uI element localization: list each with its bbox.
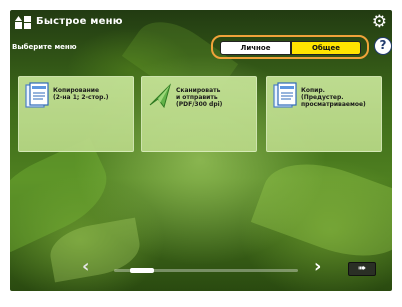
page-scroll-thumb[interactable]: [130, 268, 154, 273]
help-icon[interactable]: ?: [374, 37, 392, 55]
page-scroll-track[interactable]: [114, 268, 298, 273]
gear-icon[interactable]: ⚙: [372, 13, 387, 31]
home-menu-icon[interactable]: [14, 14, 32, 30]
tile-label: Копир. (Предустер. просматриваемое): [301, 87, 366, 108]
quick-menu-screen: Быстрое меню ⚙ Выберите меню Личное Обще…: [10, 10, 392, 291]
copy-icon: [273, 82, 297, 108]
shared-menu-button[interactable]: Общее: [291, 41, 361, 55]
tile-label: Копирование (2-на 1; 2-стор.): [53, 87, 109, 101]
fast-forward-icon[interactable]: ➠: [348, 262, 376, 276]
quick-menu-tile-scan-send[interactable]: Сканировать и отправить (PDF/300 dpi): [141, 76, 257, 152]
tile-label: Сканировать и отправить (PDF/300 dpi): [176, 87, 223, 108]
menu-scope-toggle: Личное Общее: [211, 35, 369, 59]
background-leaf: [250, 146, 392, 274]
quick-menu-tile-copy-2in1[interactable]: Копирование (2-на 1; 2-стор.): [18, 76, 134, 152]
copy-icon: [25, 82, 49, 108]
page-subtitle: Выберите меню: [12, 43, 77, 51]
previous-page-button[interactable]: ‹: [82, 258, 89, 276]
page-title: Быстрое меню: [36, 16, 123, 27]
scan-send-icon: [149, 83, 171, 109]
quick-menu-tile-copy-preset[interactable]: Копир. (Предустер. просматриваемое): [266, 76, 382, 152]
next-page-button[interactable]: ›: [314, 258, 321, 276]
personal-menu-button[interactable]: Личное: [220, 41, 291, 55]
header-bar: Быстрое меню ⚙: [10, 10, 392, 36]
